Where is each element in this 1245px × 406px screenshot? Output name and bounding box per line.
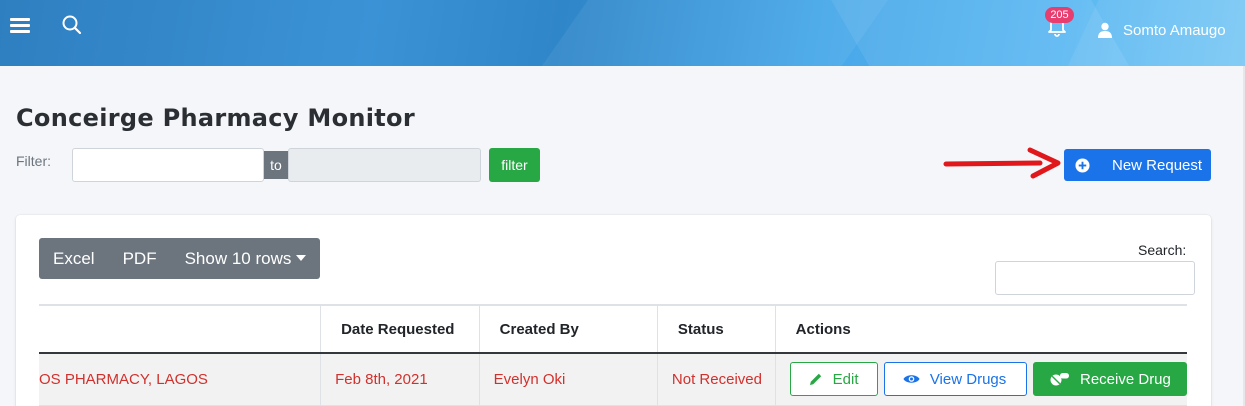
pills-icon: [1050, 373, 1069, 386]
new-request-button[interactable]: New Request: [1064, 149, 1211, 181]
show-rows-label: Show 10 rows: [184, 249, 292, 268]
cell-created-by: Evelyn Oki: [479, 353, 658, 406]
requests-card: Excel PDF Show 10 rows Search: Date Requ…: [16, 215, 1211, 406]
column-header-pharmacy[interactable]: [39, 304, 322, 354]
date-from-input[interactable]: [72, 148, 264, 182]
plus-circle-icon: [1075, 157, 1090, 173]
search-label: Search:: [1138, 242, 1187, 258]
new-request-label: New Request: [1112, 156, 1203, 174]
search-icon[interactable]: [61, 14, 83, 36]
cell-date-requested: Feb 8th, 2021: [320, 353, 480, 406]
cell-pharmacy: OS PHARMACY, LAGOS: [39, 353, 322, 406]
column-header-status[interactable]: Status: [657, 304, 776, 354]
export-button-group: Excel PDF Show 10 rows: [39, 238, 321, 279]
user-name: Somto Amaugo: [1123, 21, 1226, 39]
table-header-row: Date Requested Created By Status Actions: [39, 304, 1187, 354]
excel-button[interactable]: Excel: [39, 238, 109, 279]
edit-label: Edit: [832, 370, 859, 388]
menu-icon[interactable]: [10, 18, 30, 34]
page-title: Conceirge Pharmacy Monitor: [16, 104, 415, 132]
notification-badge: 205: [1045, 7, 1074, 23]
receive-drug-label: Receive Drug: [1080, 370, 1171, 388]
eye-icon: [903, 375, 920, 383]
annotation-arrow-icon: [943, 147, 1061, 179]
table-row: OS PHARMACY, LAGOS Feb 8th, 2021 Evelyn …: [39, 353, 1187, 406]
column-header-date-requested[interactable]: Date Requested: [320, 304, 480, 354]
show-rows-dropdown[interactable]: Show 10 rows: [171, 238, 321, 279]
pencil-icon: [809, 374, 821, 386]
view-drugs-button[interactable]: View Drugs: [883, 362, 1027, 397]
column-header-actions[interactable]: Actions: [775, 304, 1187, 354]
filter-label: Filter:: [16, 153, 51, 169]
date-range-separator: to: [264, 151, 288, 179]
view-drugs-label: View Drugs: [929, 370, 1007, 388]
requests-table: Date Requested Created By Status Actions…: [39, 304, 1187, 406]
date-to-input[interactable]: [288, 148, 481, 182]
table-search-input[interactable]: [995, 261, 1195, 295]
pdf-button[interactable]: PDF: [109, 238, 171, 279]
user-icon: [1098, 22, 1112, 38]
column-header-created-by[interactable]: Created By: [479, 304, 658, 354]
filter-button[interactable]: filter: [489, 148, 540, 182]
cell-status: Not Received: [657, 353, 776, 406]
cell-actions: Edit View Drugs Receive Drug: [775, 353, 1187, 406]
top-navbar: 205 Somto Amaugo: [0, 0, 1245, 66]
user-menu[interactable]: Somto Amaugo: [1097, 19, 1226, 41]
caret-down-icon: [296, 255, 307, 261]
edit-button[interactable]: Edit: [789, 362, 878, 397]
receive-drug-button[interactable]: Receive Drug: [1033, 362, 1187, 397]
